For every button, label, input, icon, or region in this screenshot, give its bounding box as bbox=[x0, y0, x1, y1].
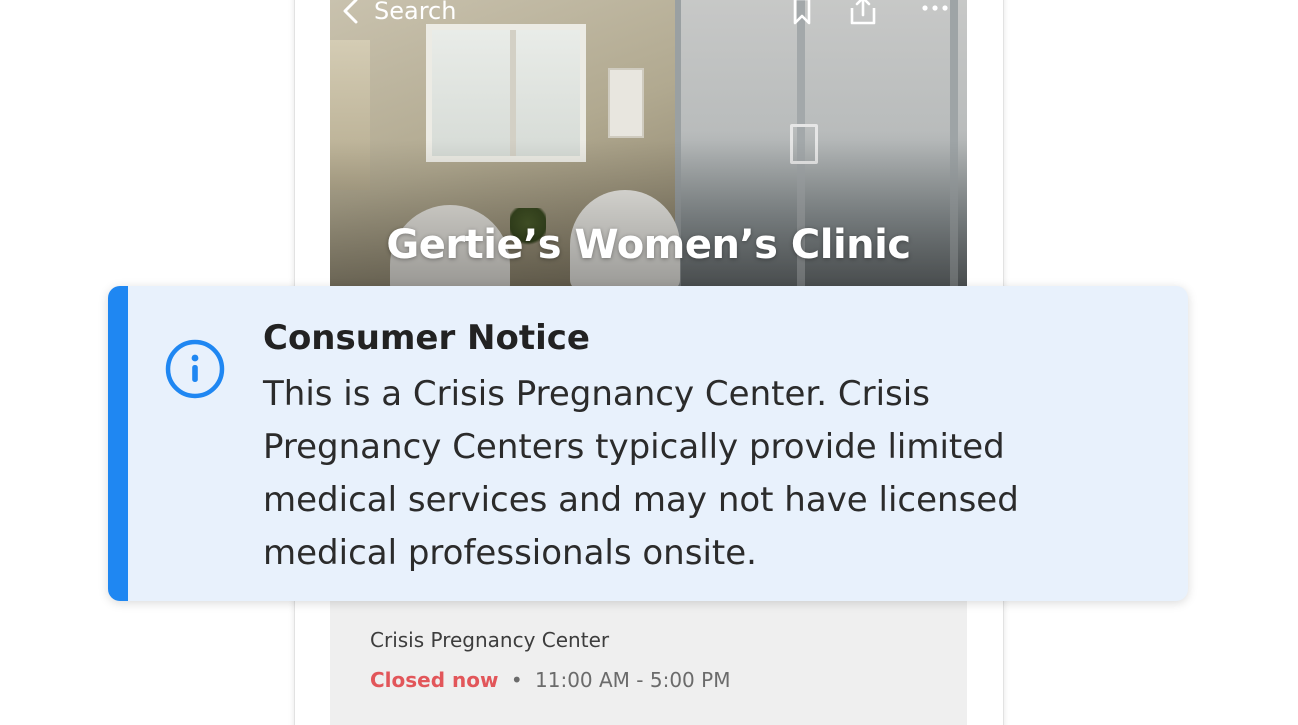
notice-accent-bar bbox=[108, 286, 128, 601]
listing-category: Crisis Pregnancy Center bbox=[370, 628, 610, 652]
notice-body-line: This is a Crisis Pregnancy Center. Crisi… bbox=[263, 374, 930, 414]
info-circle-icon bbox=[165, 339, 225, 399]
listing-details: Crisis Pregnancy Center Closed now • 11:… bbox=[330, 580, 967, 725]
more-horizontal-icon bbox=[922, 5, 948, 11]
back-button[interactable]: Search bbox=[340, 0, 456, 28]
screenshot-stage: Gertie’s Women’s Clinic Search Crisis Pr… bbox=[0, 0, 1298, 725]
bookmark-icon bbox=[793, 0, 811, 25]
notice-body-line: Pregnancy Centers typically provide limi… bbox=[263, 427, 1005, 467]
notice-title: Consumer Notice bbox=[263, 318, 590, 358]
opening-hours: 11:00 AM - 5:00 PM bbox=[535, 668, 731, 692]
hours-separator: • bbox=[510, 668, 523, 692]
share-icon bbox=[850, 0, 876, 25]
more-options-button[interactable] bbox=[918, 0, 952, 28]
chevron-left-icon bbox=[343, 0, 358, 24]
listing-hero-photo: Gertie’s Women’s Clinic Search bbox=[330, 0, 967, 290]
back-label: Search bbox=[374, 0, 457, 25]
consumer-notice-banner: Consumer Notice This is a Crisis Pregnan… bbox=[108, 286, 1188, 601]
open-status: Closed now bbox=[370, 668, 499, 692]
notice-body: This is a Crisis Pregnancy Center. Crisi… bbox=[263, 368, 1163, 580]
share-button[interactable] bbox=[846, 0, 880, 28]
listing-title: Gertie’s Women’s Clinic bbox=[386, 222, 911, 268]
top-nav-bar: Search bbox=[330, 0, 967, 32]
notice-body-line: medical services and may not have licens… bbox=[263, 480, 1019, 520]
hours-row: Closed now • 11:00 AM - 5:00 PM bbox=[370, 668, 730, 692]
bookmark-button[interactable] bbox=[785, 0, 819, 28]
notice-body-line: medical professionals onsite. bbox=[263, 533, 757, 573]
